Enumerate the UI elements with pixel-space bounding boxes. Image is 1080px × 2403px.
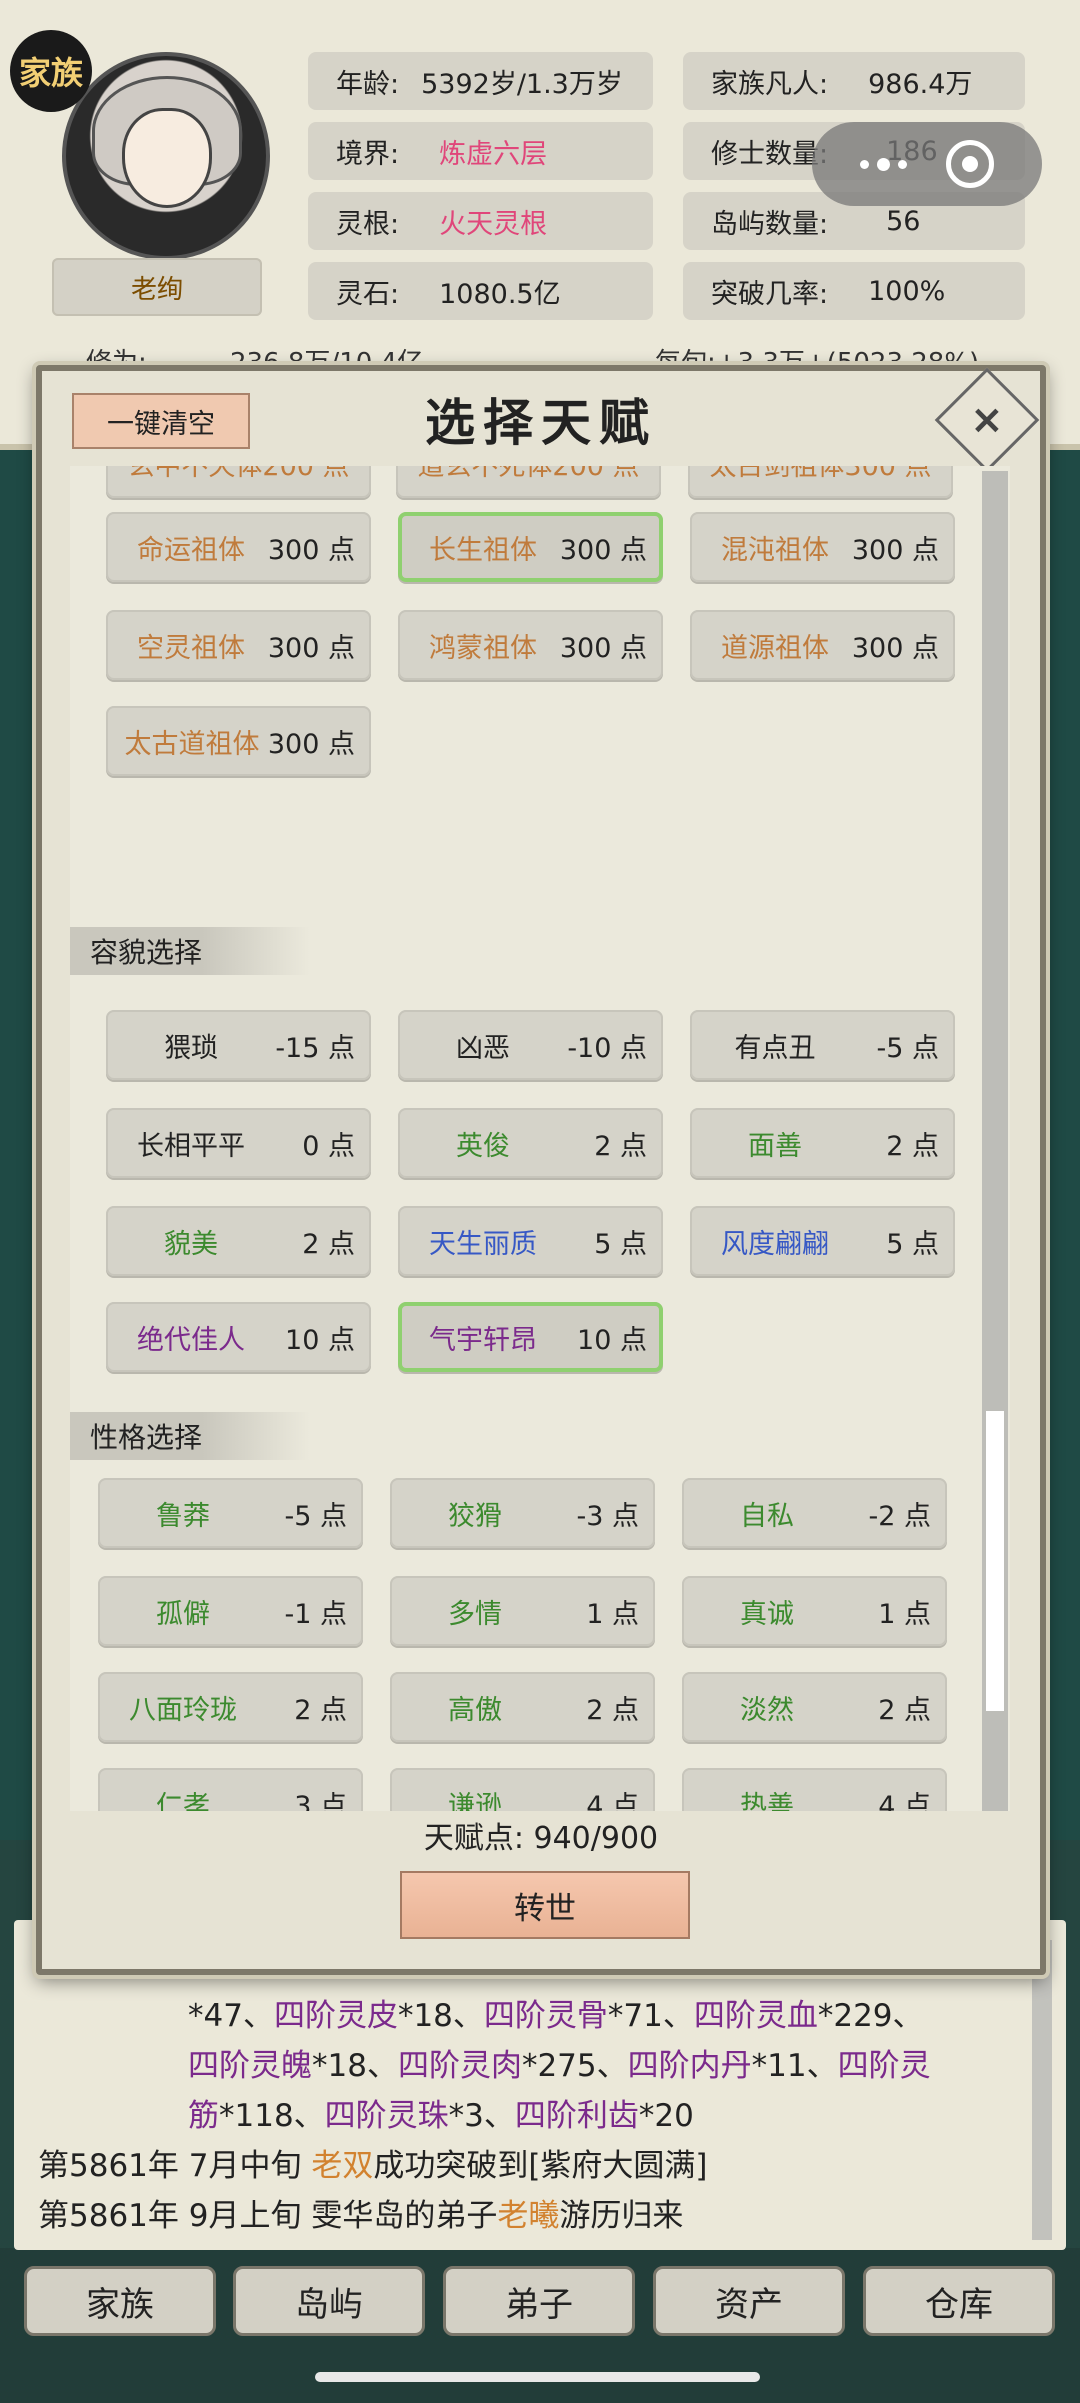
select-talent-dialog: 选择天赋 一键清空 × 玄中不天体200 点 道玄不死体200 点 太古剑祖体3… [36, 365, 1046, 1975]
trait-item[interactable]: 太古道祖体 300 点 [106, 706, 371, 776]
trait-item[interactable]: 凶恶 -10 点 [398, 1010, 663, 1080]
log-line: 筋*118、四阶灵珠*3、四阶利齿*20 [188, 2098, 694, 2134]
talent-list[interactable]: 玄中不天体200 点 道玄不死体200 点 太古剑祖体300 点 命运祖体 30… [70, 466, 1010, 1811]
stat-mortals: 家族凡人: 986.4万 [683, 52, 1025, 110]
trait-item[interactable]: 太古剑祖体300 点 [688, 466, 953, 498]
avatar-face [122, 108, 212, 208]
trait-item[interactable]: 玄中不天体200 点 [106, 466, 371, 498]
trait-item[interactable]: 空灵祖体 300 点 [106, 610, 371, 680]
trait-item[interactable]: 命运祖体 300 点 [106, 512, 371, 582]
trait-item[interactable]: 热善 4 点 [682, 1768, 947, 1811]
trait-item[interactable]: 淡然 2 点 [682, 1672, 947, 1742]
trait-item[interactable]: 长相平平 0 点 [106, 1108, 371, 1178]
trait-item[interactable]: 鸿蒙祖体 300 点 [398, 610, 663, 680]
character-avatar[interactable] [62, 52, 270, 260]
stat-spirit-root: 灵根: 火天灵根 [308, 192, 653, 250]
talent-points: 天赋点: 940/900 [423, 1821, 659, 1856]
trait-item[interactable]: 风度翩翩 5 点 [690, 1206, 955, 1276]
trait-item[interactable]: 高傲 2 点 [390, 1672, 655, 1742]
talent-list-scrollbar[interactable] [982, 471, 1008, 1811]
log-line: 四阶灵魄*18、四阶灵肉*275、四阶内丹*11、四阶灵 [188, 2048, 931, 2084]
trait-item[interactable]: 天生丽质 5 点 [398, 1206, 663, 1276]
log-line: 第5861年 9月上旬 雯华岛的弟子老曦游历归来 [38, 2198, 684, 2234]
trait-item[interactable]: 真诚 1 点 [682, 1576, 947, 1646]
trait-item[interactable]: 孤僻 -1 点 [98, 1576, 363, 1646]
trait-item[interactable]: 谦逊 4 点 [390, 1768, 655, 1811]
trait-item[interactable]: 绝代佳人 10 点 [106, 1302, 371, 1372]
trait-item[interactable]: 多情 1 点 [390, 1576, 655, 1646]
home-indicator[interactable] [315, 2372, 760, 2382]
nav-clan[interactable]: 家族 [24, 2266, 216, 2336]
log-line: *47、四阶灵皮*18、四阶灵骨*71、四阶灵血*229、 [188, 1998, 924, 2034]
stat-spirit-stone: 灵石: 1080.5亿 [308, 262, 653, 320]
close-miniprogram-icon[interactable] [946, 140, 995, 188]
trait-item[interactable]: 八面玲珑 2 点 [98, 1672, 363, 1742]
section-title-personality: 性格选择 [70, 1412, 310, 1460]
trait-item[interactable]: 自私 -2 点 [682, 1478, 947, 1548]
trait-item[interactable]: 貌美 2 点 [106, 1206, 371, 1276]
scrollbar-thumb[interactable] [986, 1411, 1004, 1711]
trait-item[interactable]: 仁孝 3 点 [98, 1768, 363, 1811]
trait-item[interactable]: 道玄不死体200 点 [396, 466, 661, 498]
trait-item[interactable]: 猥琐 -15 点 [106, 1010, 371, 1080]
nav-warehouse[interactable]: 仓库 [863, 2266, 1055, 2336]
trait-item[interactable]: 鲁莽 -5 点 [98, 1478, 363, 1548]
trait-item-selected[interactable]: 气宇轩昂 10 点 [398, 1302, 663, 1372]
reincarnate-button[interactable]: 转世 [400, 1871, 690, 1939]
stat-breakthrough: 突破几率: 100% [683, 262, 1025, 320]
nav-assets[interactable]: 资产 [653, 2266, 845, 2336]
trait-item[interactable]: 道源祖体 300 点 [690, 610, 955, 680]
nav-islands[interactable]: 岛屿 [233, 2266, 425, 2336]
stat-age: 年龄: 5392岁/1.3万岁 [308, 52, 653, 110]
clear-all-button[interactable]: 一键清空 [72, 393, 250, 449]
trait-item[interactable]: 混沌祖体 300 点 [690, 512, 955, 582]
log-scrollbar[interactable] [1032, 1940, 1052, 2240]
trait-item[interactable]: 有点丑 -5 点 [690, 1010, 955, 1080]
trait-item[interactable]: 英俊 2 点 [398, 1108, 663, 1178]
character-name: 老绚 [52, 258, 262, 316]
clan-badge[interactable]: 家族 [10, 30, 92, 112]
stat-realm: 境界: 炼虚六层 [308, 122, 653, 180]
more-icon[interactable] [859, 157, 907, 171]
trait-item[interactable]: 面善 2 点 [690, 1108, 955, 1178]
nav-disciples[interactable]: 弟子 [443, 2266, 635, 2336]
miniprogram-capsule [812, 122, 1042, 206]
section-title-appearance: 容貌选择 [70, 927, 310, 975]
trait-item-selected[interactable]: 长生祖体 300 点 [398, 512, 663, 582]
bottom-nav: 家族 岛屿 弟子 资产 仓库 [0, 2248, 1080, 2403]
log-line: 第5861年 7月中旬 老双成功突破到[紫府大圆满] [38, 2148, 708, 2184]
close-icon: × [970, 396, 1004, 443]
trait-item[interactable]: 狡猾 -3 点 [390, 1478, 655, 1548]
